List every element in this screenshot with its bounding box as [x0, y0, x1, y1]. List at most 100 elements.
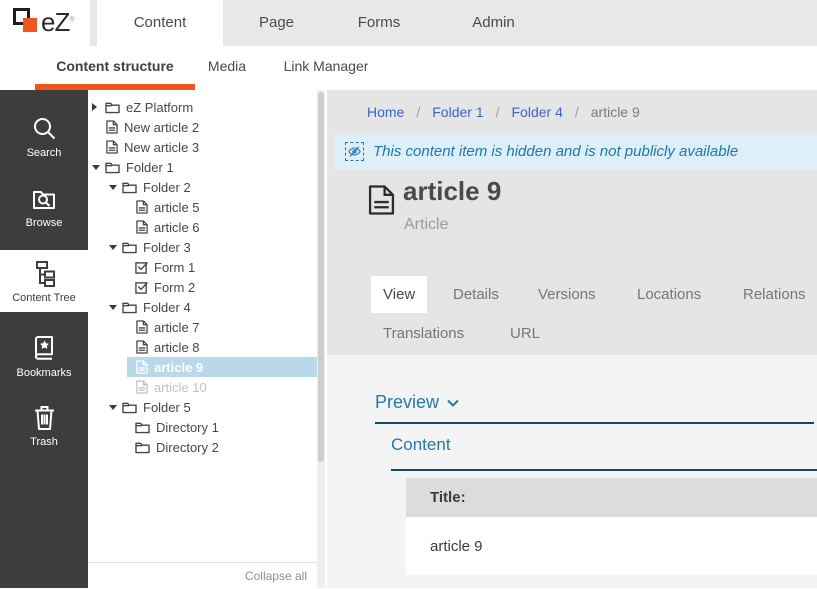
tree-item-label: Folder 3 — [143, 240, 191, 255]
article-icon — [136, 200, 148, 214]
form-icon — [135, 261, 148, 274]
article-icon — [106, 120, 118, 134]
tree-item-folder-1[interactable]: Folder 1 — [88, 157, 317, 177]
tab-translations[interactable]: Translations — [371, 320, 476, 348]
tree-item-label: article 8 — [154, 340, 200, 355]
tree-item-folder-5[interactable]: Folder 5 — [88, 397, 317, 417]
breadcrumb-link-folder-1[interactable]: Folder 1 — [432, 104, 483, 120]
tree-item-article-5[interactable]: article 5 — [88, 197, 317, 217]
sidebar-item-search[interactable]: Search — [0, 104, 88, 166]
breadcrumb-separator: / — [496, 104, 500, 120]
main-panel: Home / Folder 1 / Folder 4 / article 9 T… — [327, 90, 817, 588]
tree-item-label: New article 2 — [124, 120, 199, 135]
folder-icon — [135, 441, 150, 454]
subnav-tab-link-manager[interactable]: Link Manager — [270, 46, 382, 90]
tree-item-label: Directory 2 — [156, 440, 219, 455]
breadcrumb-separator: / — [416, 104, 420, 120]
tree-item-label: article 9 — [154, 360, 203, 375]
sidebar-item-label: Browse — [0, 217, 88, 229]
tab-relations[interactable]: Relations — [731, 276, 817, 313]
tree-item-label: Directory 1 — [156, 420, 219, 435]
tree-item-folder-2[interactable]: Folder 2 — [88, 177, 317, 197]
content-tree-icon — [30, 260, 58, 287]
tab-versions[interactable]: Versions — [526, 276, 608, 313]
preview-section-toggle[interactable]: Preview — [375, 392, 459, 413]
tab-details[interactable]: Details — [441, 276, 511, 313]
subnav-tab-content-structure[interactable]: Content structure — [35, 46, 195, 90]
tree-item-ez-platform[interactable]: eZ Platform — [88, 97, 317, 117]
browse-icon — [30, 186, 58, 212]
subnav-tab-media[interactable]: Media — [196, 46, 258, 90]
tree-item-label: Folder 1 — [126, 160, 174, 175]
tree-item-folder-3[interactable]: Folder 3 — [88, 237, 317, 257]
article-icon — [106, 140, 118, 154]
article-icon — [368, 184, 395, 216]
top-tab-content[interactable]: Content — [97, 0, 223, 46]
tree-item-article-10-hidden[interactable]: article 10 — [88, 377, 317, 397]
page-title: article 9 — [403, 176, 501, 207]
tab-url[interactable]: URL — [498, 320, 552, 348]
folder-icon — [105, 101, 120, 114]
caret-right-icon[interactable] — [92, 103, 97, 111]
tree-item-label: article 7 — [154, 320, 200, 335]
top-tab-forms[interactable]: Forms — [330, 0, 428, 46]
folder-icon — [135, 421, 150, 434]
tree-item-article-7[interactable]: article 7 — [88, 317, 317, 337]
tree-item-label: article 5 — [154, 200, 200, 215]
tree-item-new-article-2[interactable]: New article 2 — [88, 117, 317, 137]
ez-logo[interactable]: eZ® — [0, 0, 90, 46]
tree-item-article-8[interactable]: article 8 — [88, 337, 317, 357]
folder-icon — [122, 241, 137, 254]
content-tree-panel: eZ Platform New article 2 New article 3 … — [88, 90, 325, 588]
ez-logo-mark: eZ® — [13, 8, 83, 38]
caret-down-icon[interactable] — [109, 185, 117, 190]
sidebar-item-bookmarks[interactable]: Bookmarks — [0, 324, 88, 386]
search-icon — [30, 114, 58, 142]
tree-item-article-9-selected[interactable]: article 9 — [88, 357, 317, 377]
tree-item-label: article 10 — [154, 380, 207, 395]
caret-down-icon[interactable] — [92, 165, 100, 170]
tree-item-directory-2[interactable]: Directory 2 — [88, 437, 317, 457]
breadcrumb-separator: / — [575, 104, 579, 120]
caret-down-icon[interactable] — [109, 405, 117, 410]
folder-icon — [122, 401, 137, 414]
tree-item-directory-1[interactable]: Directory 1 — [88, 417, 317, 437]
tree-item-label: Form 2 — [154, 280, 195, 295]
sidebar-item-content-tree[interactable]: Content Tree — [0, 250, 88, 312]
folder-icon — [105, 161, 120, 174]
tree-item-label: article 6 — [154, 220, 200, 235]
tree-scrollbar[interactable] — [317, 90, 325, 588]
top-tab-admin[interactable]: Admin — [440, 0, 547, 46]
breadcrumb-link-home[interactable]: Home — [367, 104, 404, 120]
tree-item-label: eZ Platform — [126, 100, 193, 115]
hidden-eye-icon — [345, 142, 364, 161]
caret-down-icon[interactable] — [109, 245, 117, 250]
preview-divider — [375, 422, 814, 424]
collapse-all-button[interactable]: Collapse all — [88, 562, 317, 588]
tree-item-folder-4[interactable]: Folder 4 — [88, 297, 317, 317]
breadcrumb-link-folder-4[interactable]: Folder 4 — [512, 104, 563, 120]
hidden-content-notice: This content item is hidden and is not p… — [335, 133, 817, 170]
article-icon — [136, 380, 148, 394]
sidebar-item-trash[interactable]: Trash — [0, 394, 88, 456]
tree-item-label: Form 1 — [154, 260, 195, 275]
caret-down-icon[interactable] — [109, 305, 117, 310]
form-icon — [135, 281, 148, 294]
article-icon — [136, 320, 148, 334]
trash-icon — [32, 404, 57, 431]
sidebar-item-label: Search — [0, 147, 88, 159]
breadcrumb-current: article 9 — [591, 104, 640, 120]
tab-view[interactable]: View — [371, 276, 427, 313]
tree-item-form-1[interactable]: Form 1 — [88, 257, 317, 277]
sidebar-item-browse[interactable]: Browse — [0, 176, 88, 238]
tree-item-form-2[interactable]: Form 2 — [88, 277, 317, 297]
top-tab-page[interactable]: Page — [223, 0, 330, 46]
tree-scrollbar-thumb[interactable] — [318, 92, 324, 462]
preview-heading: Preview — [375, 392, 439, 413]
tree-item-label: Folder 4 — [143, 300, 191, 315]
tab-locations[interactable]: Locations — [625, 276, 713, 313]
tree-item-label: Folder 2 — [143, 180, 191, 195]
notice-text: This content item is hidden and is not p… — [373, 143, 738, 160]
tree-item-article-6[interactable]: article 6 — [88, 217, 317, 237]
tree-item-new-article-3[interactable]: New article 3 — [88, 137, 317, 157]
